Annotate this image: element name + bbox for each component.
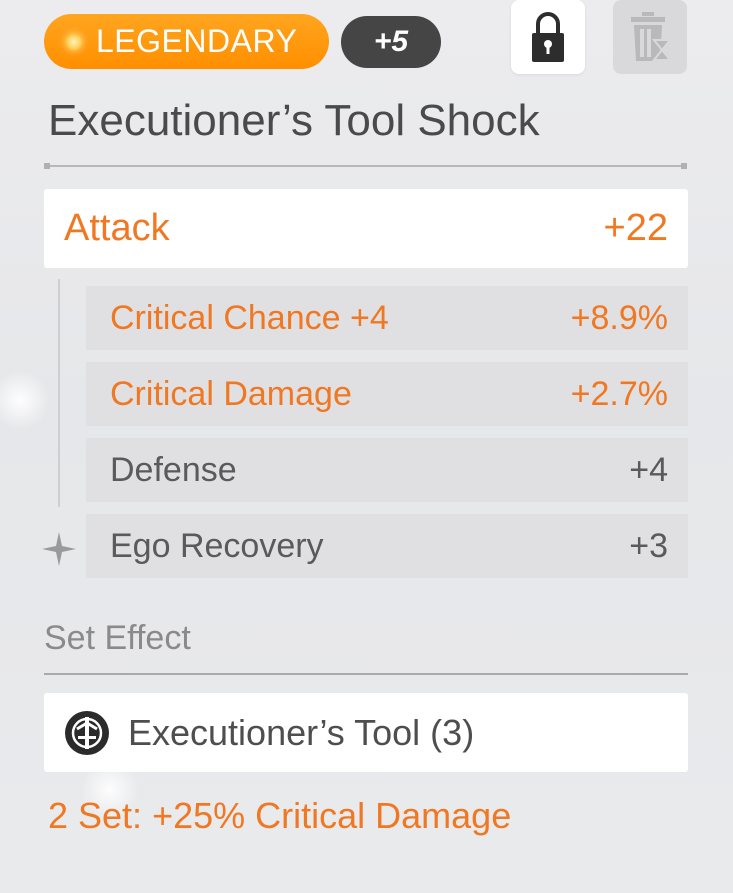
delete-button[interactable] — [613, 0, 687, 74]
main-stat-value: +22 — [603, 207, 668, 249]
sparkle-icon — [42, 532, 76, 566]
substat-label: Defense — [110, 450, 237, 489]
substat-row: Critical Chance +4 +8.9% — [86, 286, 688, 350]
set-bonus-text: 2 Set: +25% Critical Damage — [48, 795, 512, 836]
set-effect-divider — [44, 673, 688, 675]
set-emblem-icon — [65, 710, 109, 755]
trash-hourglass-icon — [631, 12, 672, 61]
lock-button[interactable] — [511, 0, 585, 74]
substat-value: +8.9% — [570, 298, 668, 337]
enhance-level-badge: +5 — [341, 16, 441, 68]
substat-row: Defense +4 — [86, 438, 688, 502]
background-glow — [0, 370, 50, 430]
rarity-label: LEGENDARY — [96, 23, 298, 59]
substat-row: Critical Damage +2.7% — [86, 362, 688, 426]
set-effect-heading: Set Effect — [44, 619, 191, 657]
set-name: Executioner’s Tool (3) — [128, 711, 475, 753]
title-divider — [44, 163, 687, 169]
gem-dot-icon — [66, 33, 82, 50]
lock-icon — [532, 12, 564, 62]
substat-label: Ego Recovery — [110, 526, 324, 565]
substat-value: +2.7% — [570, 374, 668, 413]
substat-label: Critical Damage — [110, 374, 352, 413]
main-stat-row: Attack +22 — [44, 189, 688, 268]
main-stat-label: Attack — [64, 207, 170, 249]
substat-value: +4 — [629, 450, 668, 489]
rarity-badge: LEGENDARY — [44, 14, 329, 69]
substat-connector-line — [58, 279, 60, 507]
set-effect-box[interactable]: Executioner’s Tool (3) — [44, 693, 688, 772]
item-title: Executioner’s Tool Shock — [48, 96, 540, 145]
substat-row: Ego Recovery +3 — [86, 514, 688, 578]
substat-label: Critical Chance +4 — [110, 298, 389, 337]
substat-value: +3 — [629, 526, 668, 565]
